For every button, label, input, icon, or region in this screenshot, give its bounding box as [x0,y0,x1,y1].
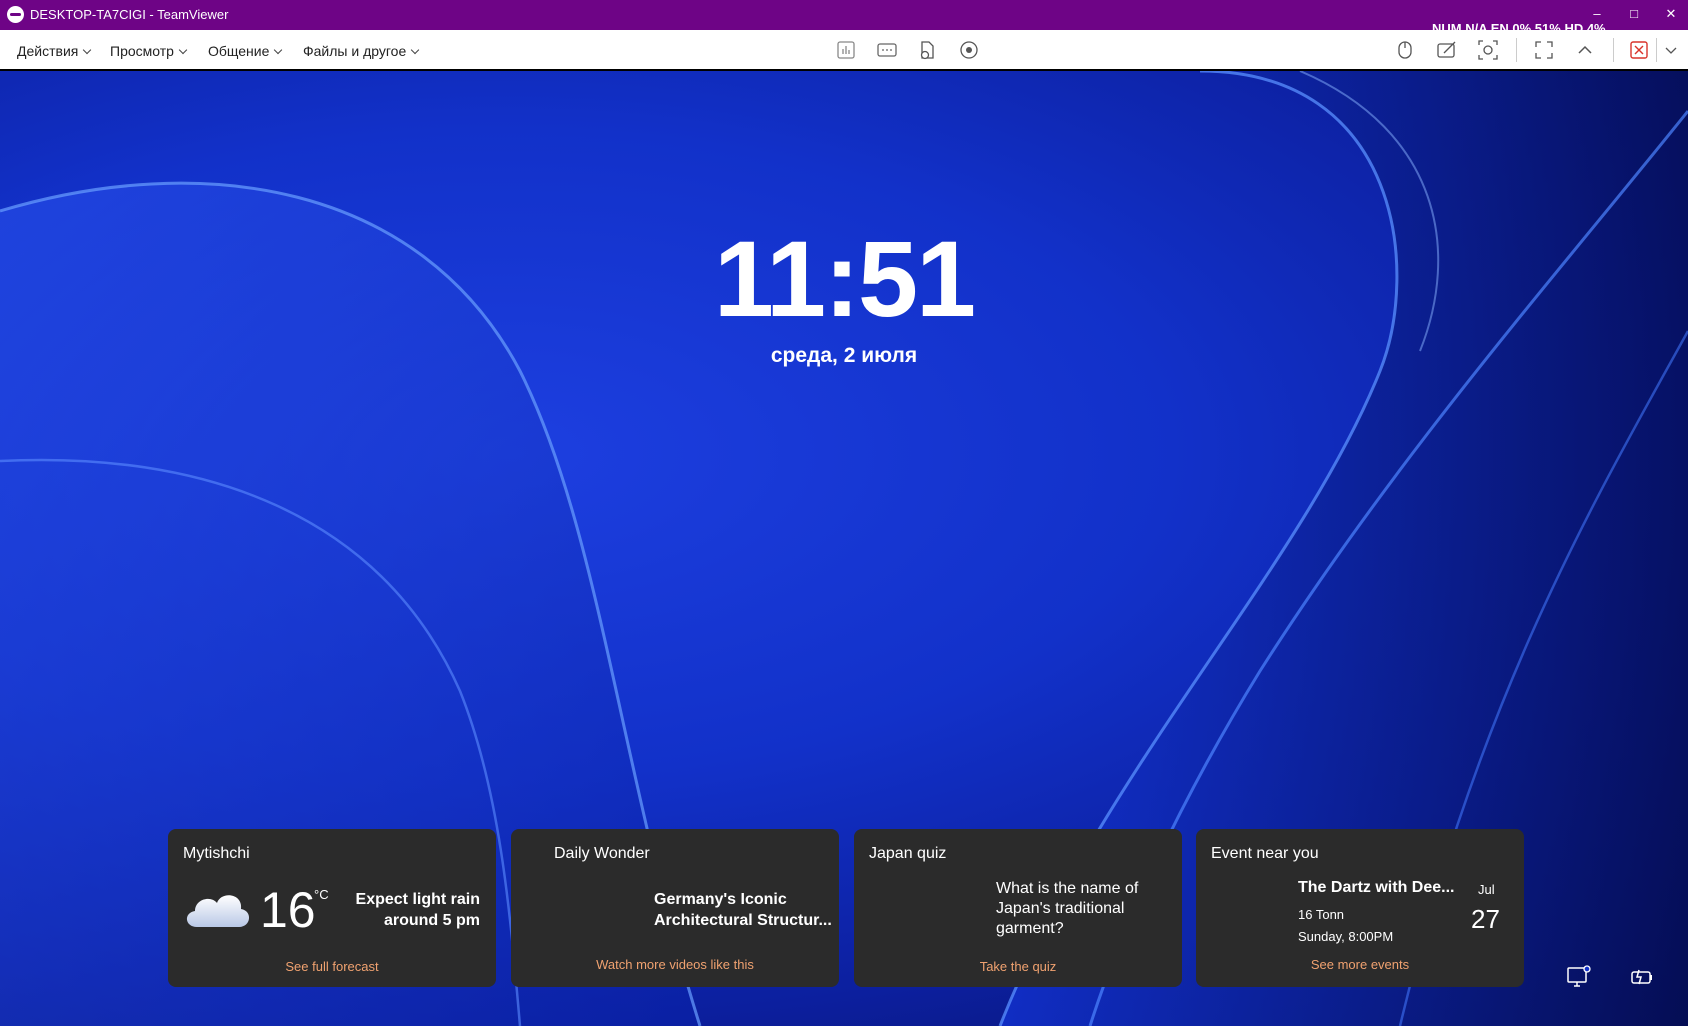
whiteboard-icon[interactable] [1436,39,1458,61]
collapse-toolbar-icon[interactable] [1574,39,1596,61]
event-venue: 16 Tonn [1298,907,1345,922]
event-month: Jul [1478,882,1495,897]
menu-actions[interactable]: Действия [17,43,92,59]
remote-user-icon[interactable] [1394,39,1416,61]
cloud-icon [186,895,250,927]
title-bar: DESKTOP-TA7CIGI - TeamViewer NUM N/A EN … [0,0,1688,30]
minimize-icon[interactable]: – [1584,4,1610,24]
toolbar-separator [1516,38,1517,62]
daily-wonder-line1: Germany's Iconic [654,891,787,908]
file-transfer-icon[interactable] [916,39,938,61]
weather-desc-line1: Expect light rain [355,891,480,908]
end-session-icon[interactable] [1628,39,1650,61]
remote-toolbar: Действия Просмотр Общение Файлы и другое [0,30,1688,71]
quiz-question: What is the name of Japan's traditional … [996,880,1139,937]
take-the-quiz-link[interactable]: Take the quiz [854,959,1182,974]
event-time: Sunday, 8:00PM [1298,929,1394,944]
menu-view-label: Просмотр [110,43,174,59]
daily-wonder-line2: Architectural Structur... [654,912,832,929]
battery-icon[interactable] [1629,964,1655,990]
status-indicator-text: NUM N/A EN 0% 51% HD 4% [1432,21,1606,30]
teamviewer-logo-icon [7,6,24,23]
chevron-down-icon [411,45,420,55]
menu-files-extras-label: Файлы и другое [303,43,407,59]
menu-view[interactable]: Просмотр [110,43,188,59]
toolbar-separator [1613,38,1614,62]
weather-description: Expect light rain around 5 pm [356,889,480,931]
quiz-widget[interactable]: Japan quiz What is the name of Japan's t… [854,829,1182,987]
remote-input-icon[interactable] [876,39,898,61]
event-widget[interactable]: Event near you The Dartz with Dee... 16 … [1196,829,1524,987]
lock-screen-clock: 11:51 [713,218,976,339]
chevron-down-icon [178,45,188,55]
weather-temperature: 16 [260,882,316,938]
weather-widget[interactable]: Mytishchi 16 °C Expect light rain around… [168,829,496,987]
event-title: Event near you [1211,845,1319,862]
window-title: DESKTOP-TA7CIGI - TeamViewer [30,7,229,22]
fullscreen-icon[interactable] [1533,39,1555,61]
event-name: The Dartz with Dee... [1298,879,1455,896]
event-day: 27 [1471,904,1500,934]
chevron-down-icon [274,45,283,55]
lock-screen-date: среда, 2 июля [770,344,918,367]
chevron-down-icon[interactable] [1660,39,1678,61]
daily-wonder-widget[interactable]: Daily Wonder Germany's Iconic Architectu… [511,829,839,987]
menu-communicate[interactable]: Общение [208,43,283,59]
daily-wonder-headline: Germany's Iconic Architectural Structur.… [654,889,832,931]
watch-more-videos-link[interactable]: Watch more videos like this [511,957,839,972]
see-more-events-link[interactable]: See more events [1196,957,1524,972]
dashboard-icon[interactable] [835,39,857,61]
maximize-icon[interactable]: □ [1621,4,1647,24]
daily-wonder-title: Daily Wonder [554,845,650,862]
close-icon[interactable]: ✕ [1658,4,1684,24]
screenshot-icon[interactable] [1477,39,1499,61]
weather-unit: °C [314,887,329,902]
toolbar-separator [1656,38,1657,62]
menu-actions-label: Действия [17,43,79,59]
quiz-title: Japan quiz [869,845,947,862]
network-icon[interactable] [1566,964,1592,990]
remote-lock-screen[interactable]: 11:51 среда, 2 июля Mytishchi 16 °C Expe… [0,71,1688,1026]
menu-communicate-label: Общение [208,43,270,59]
chevron-down-icon [83,45,92,55]
see-full-forecast-link[interactable]: See full forecast [168,959,496,974]
menu-files-extras[interactable]: Файлы и другое [303,43,420,59]
session-recording-icon[interactable] [958,39,980,61]
weather-location: Mytishchi [183,845,250,862]
weather-desc-line2: around 5 pm [383,912,480,929]
